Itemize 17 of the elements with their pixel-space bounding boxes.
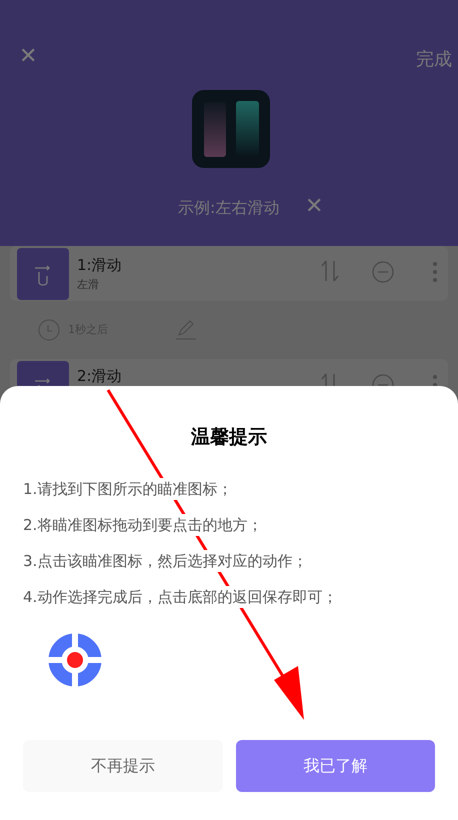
edit-icon[interactable]	[175, 318, 197, 340]
example-label: 示例:左右滑动	[178, 197, 280, 219]
dialog-title: 温馨提示	[190, 425, 268, 450]
close-button[interactable]: ✕	[305, 196, 324, 218]
done-button[interactable]: 完成	[416, 46, 452, 73]
action-card[interactable]: 2:滑动	[10, 359, 448, 387]
action-subtitle: 左滑	[77, 276, 100, 292]
action-title: 2:滑动	[77, 366, 122, 386]
gesture-icon	[17, 248, 69, 300]
app-icon	[192, 90, 270, 168]
confirm-button[interactable]: 我已了解	[236, 740, 435, 792]
dismiss-button[interactable]: 不再提示	[23, 740, 222, 792]
action-title: 1:滑动	[77, 255, 122, 276]
clock-icon	[38, 319, 60, 341]
crosshair-icon	[48, 632, 102, 686]
gesture-icon	[17, 361, 69, 387]
close-button[interactable]: ✕	[19, 46, 38, 68]
